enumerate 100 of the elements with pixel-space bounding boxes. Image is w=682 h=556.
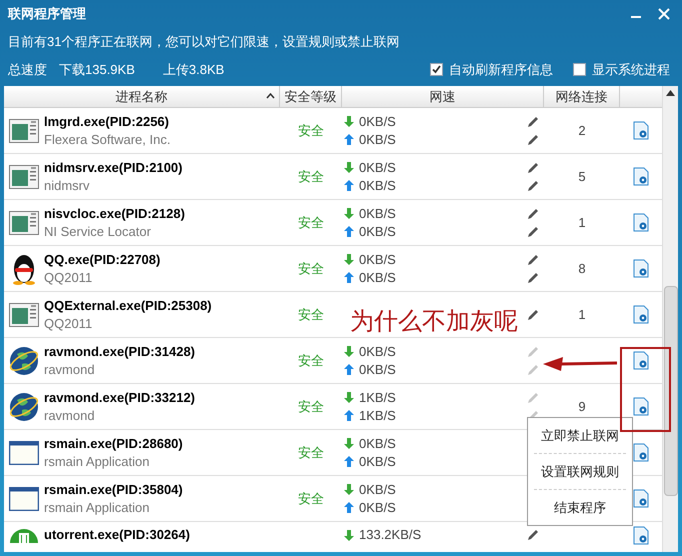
- process-description: Flexera Software, Inc.: [44, 130, 170, 148]
- connection-count: 9: [578, 398, 586, 416]
- document-gear-icon[interactable]: [633, 443, 649, 462]
- upload-speed: 0KB/S: [359, 130, 396, 148]
- process-name: QQExternal.exe(PID:25308): [44, 296, 212, 314]
- connection-count: 5: [578, 168, 586, 186]
- pencil-icon[interactable]: [526, 224, 540, 238]
- process-name: nisvcloc.exe(PID:2128): [44, 204, 185, 222]
- download-speed: 0KB/S: [359, 342, 396, 360]
- process-description: QQ2011: [44, 314, 94, 332]
- column-header[interactable]: 安全等级: [280, 86, 342, 107]
- globe-icon: [8, 390, 40, 422]
- pencil-icon[interactable]: [526, 528, 540, 542]
- document-gear-icon[interactable]: [633, 121, 649, 140]
- download-speed: 0KB/S: [359, 480, 396, 498]
- window-icon: [9, 486, 39, 510]
- globe-icon: [8, 344, 40, 376]
- column-header[interactable]: 进程名称: [4, 86, 280, 107]
- safety-level: 安全: [298, 398, 324, 416]
- download-speed: 1KB/S: [359, 388, 396, 406]
- process-description: ravmond: [44, 360, 96, 378]
- pencil-icon[interactable]: [526, 114, 540, 128]
- upload-arrow-icon: [344, 226, 354, 237]
- process-name: utorrent.exe(PID:30264): [44, 526, 190, 544]
- checkbox-label: 自动刷新程序信息: [449, 60, 553, 78]
- upload-speed: 1KB/S: [359, 406, 396, 424]
- close-icon[interactable]: [658, 8, 670, 20]
- document-gear-icon[interactable]: [633, 305, 649, 324]
- download-arrow-icon: [344, 208, 354, 219]
- checkbox-label: 显示系统进程: [592, 60, 670, 78]
- upload-speed: 0KB/S: [359, 452, 396, 470]
- annotation-text: 为什么不加灰呢: [350, 306, 518, 337]
- download-arrow-icon: [344, 346, 354, 357]
- document-gear-icon[interactable]: [633, 167, 649, 186]
- safety-level: 安全: [298, 490, 324, 508]
- upload-speed: 0KB/S: [359, 360, 396, 378]
- safety-level: 安全: [298, 352, 324, 370]
- process-name: nidmsrv.exe(PID:2100): [44, 158, 182, 176]
- safety-level: 安全: [298, 444, 324, 462]
- window-title: 联网程序管理: [8, 5, 86, 24]
- download-speed: 0KB/S: [359, 112, 396, 130]
- download-speed: 133.2KB/S: [359, 526, 422, 544]
- download-speed: 0KB/S: [359, 250, 396, 268]
- download-arrow-icon: [344, 254, 354, 265]
- document-gear-icon[interactable]: [633, 259, 649, 278]
- upload-speed: 0KB/S: [359, 176, 396, 194]
- document-gear-icon[interactable]: [633, 351, 649, 370]
- total-speed-label: 总速度: [8, 60, 47, 78]
- upload-arrow-icon: [344, 364, 354, 375]
- upload-speed: 0KB/S: [359, 222, 396, 240]
- upload-arrow-icon: [344, 180, 354, 191]
- checkbox[interactable]: [573, 62, 586, 76]
- download-total: 下载135.9KB: [59, 60, 135, 78]
- safety-level: 安全: [298, 260, 324, 278]
- document-gear-icon[interactable]: [633, 213, 649, 232]
- process-description: rsmain Application: [44, 498, 150, 516]
- column-header[interactable]: 网络连接: [544, 86, 620, 107]
- download-speed: 0KB/S: [359, 158, 396, 176]
- pencil-icon[interactable]: [526, 160, 540, 174]
- upload-arrow-icon: [344, 134, 354, 145]
- document-gear-icon[interactable]: [633, 526, 649, 545]
- pencil-icon[interactable]: [526, 270, 540, 284]
- menu-item[interactable]: 设置联网规则: [534, 454, 626, 489]
- document-gear-icon[interactable]: [633, 489, 649, 508]
- safety-level: 安全: [298, 122, 324, 140]
- pencil-icon[interactable]: [526, 178, 540, 192]
- upload-arrow-icon: [344, 410, 354, 421]
- download-speed: 0KB/S: [359, 204, 396, 222]
- pencil-icon[interactable]: [526, 206, 540, 220]
- upload-arrow-icon: [344, 272, 354, 283]
- download-arrow-icon: [344, 438, 354, 449]
- download-speed: 0KB/S: [359, 434, 396, 452]
- connection-count: 8: [578, 260, 586, 278]
- application-window-icon: [9, 210, 39, 234]
- document-gear-icon[interactable]: [633, 397, 649, 416]
- safety-level: 安全: [298, 306, 324, 324]
- checkbox[interactable]: [430, 62, 443, 76]
- column-header[interactable]: 网速: [342, 86, 544, 107]
- download-arrow-icon: [344, 484, 354, 495]
- scrollbar-thumb[interactable]: [664, 286, 678, 496]
- torrent-icon: [9, 527, 39, 543]
- process-name: QQ.exe(PID:22708): [44, 250, 160, 268]
- scroll-up-icon[interactable]: [666, 90, 675, 96]
- pencil-icon[interactable]: [526, 252, 540, 266]
- upload-arrow-icon: [344, 456, 354, 467]
- menu-item[interactable]: 结束程序: [534, 490, 626, 525]
- scrollbar[interactable]: [662, 86, 678, 552]
- menu-item[interactable]: 立即禁止联网: [534, 418, 626, 453]
- window-icon: [9, 440, 39, 464]
- sort-caret-icon: [266, 93, 275, 99]
- download-arrow-icon: [344, 392, 354, 403]
- pencil-icon[interactable]: [526, 308, 540, 322]
- connection-count: 1: [578, 306, 586, 324]
- process-name: ravmond.exe(PID:33212): [44, 388, 196, 406]
- download-arrow-icon: [344, 162, 354, 173]
- connection-count: 1: [578, 214, 586, 232]
- download-arrow-icon: [344, 530, 354, 540]
- process-name: rsmain.exe(PID:35804): [44, 480, 183, 498]
- pencil-icon[interactable]: [526, 132, 540, 146]
- application-window-icon: [9, 302, 39, 326]
